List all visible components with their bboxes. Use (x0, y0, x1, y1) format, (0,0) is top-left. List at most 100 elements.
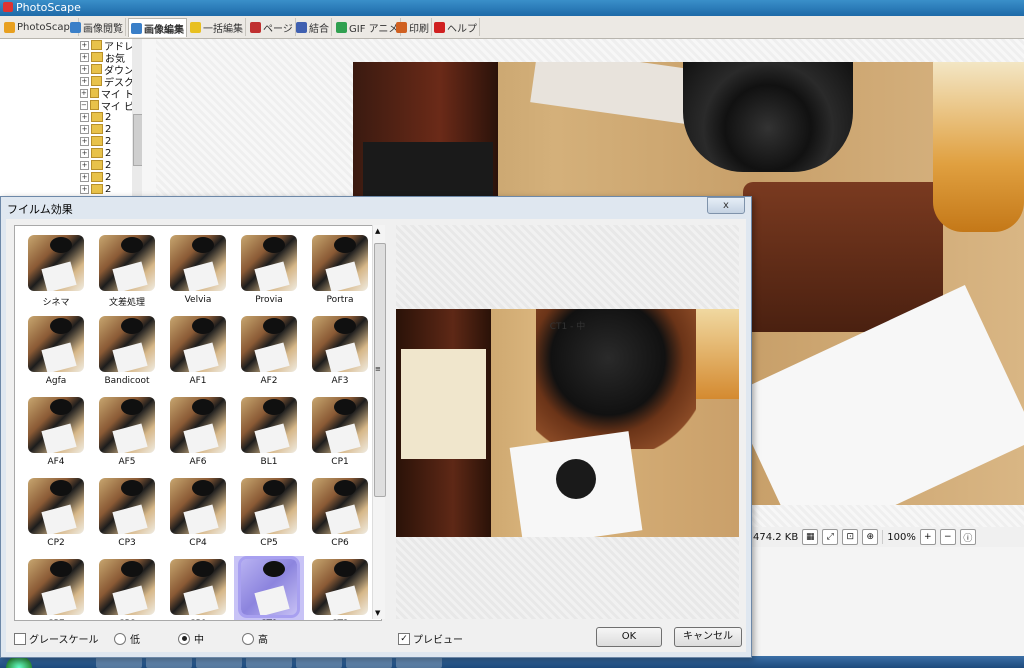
tab-1[interactable]: 画像閲覧 (68, 18, 126, 36)
effect-thumbnail-image (312, 559, 368, 615)
effect-grid-scrollbar[interactable]: ▲ ≡ ▼ (372, 225, 386, 619)
folder-tree-item[interactable]: + アドレ (80, 39, 134, 51)
effect-thumbnail[interactable]: AF3 (305, 313, 375, 393)
checkbox-box[interactable]: ✓ (398, 632, 410, 645)
taskbar-item[interactable] (96, 657, 142, 668)
effect-thumbnail[interactable]: CP3 (92, 475, 162, 555)
taskbar-item[interactable] (196, 657, 242, 668)
tab-icon (250, 21, 261, 33)
tab-icon (131, 22, 142, 34)
effect-thumbnail[interactable]: シネマ (21, 232, 91, 312)
effect-thumbnail[interactable]: CP7 (21, 556, 91, 620)
effect-thumbnail[interactable]: AF6 (163, 394, 233, 474)
effect-thumbnail[interactable]: CP1 (305, 394, 375, 474)
preview-checkbox[interactable]: ✓ プレビュー (398, 631, 463, 646)
grayscale-checkbox[interactable]: グレースケール (14, 631, 99, 646)
zoom-fit-icon[interactable]: ⊡ (842, 529, 859, 545)
cancel-button[interactable]: キャンセル (674, 627, 742, 647)
effect-thumbnail[interactable]: BL1 (234, 394, 304, 474)
folder-tree-item[interactable]: +2 (80, 159, 134, 171)
effect-thumbnail[interactable]: AF4 (21, 394, 91, 474)
fit-screen-icon[interactable]: ⤢ (822, 529, 839, 545)
folder-tree-item[interactable]: +2 (80, 183, 134, 195)
folder-label: デスク (104, 77, 134, 88)
taskbar-item[interactable] (346, 657, 392, 668)
radio-dot[interactable] (114, 632, 126, 645)
effect-thumbnail[interactable]: CP8 (92, 556, 162, 620)
effect-thumbnail[interactable]: Bandicoot (92, 313, 162, 393)
expand-icon[interactable]: + (80, 136, 89, 146)
expand-icon[interactable]: + (80, 76, 89, 86)
expand-icon[interactable]: + (80, 64, 89, 74)
scroll-down-icon[interactable]: ▼ (375, 609, 380, 617)
tab-8[interactable]: ヘルプ (432, 18, 480, 36)
effect-thumbnail[interactable]: CT2 (305, 556, 375, 620)
effect-thumbnail[interactable]: CT1 (234, 556, 304, 620)
radio-dot[interactable] (178, 632, 190, 645)
zoom-in-icon[interactable]: + (919, 529, 936, 545)
folder-tree-item[interactable]: +2 (80, 147, 134, 159)
tab-2[interactable]: 画像編集 (128, 18, 187, 37)
folder-tree-item[interactable]: +2 (80, 171, 134, 183)
radio-dot[interactable] (242, 632, 254, 645)
effect-thumbnail[interactable]: Provia (234, 232, 304, 312)
tab-4[interactable]: ページ (248, 18, 296, 36)
expand-icon[interactable]: + (80, 88, 88, 98)
tab-label: ヘルプ (447, 23, 477, 35)
effect-thumbnail[interactable]: CP5 (234, 475, 304, 555)
info-icon[interactable]: ⓘ (959, 529, 976, 545)
taskbar-item[interactable] (246, 657, 292, 668)
effect-name: Velvia (184, 295, 212, 305)
expand-icon[interactable]: + (80, 184, 89, 194)
effect-thumbnail[interactable]: CP4 (163, 475, 233, 555)
effect-thumbnail[interactable]: Velvia (163, 232, 233, 312)
transparency-grid-icon[interactable]: ▦ (802, 529, 819, 545)
tab-6[interactable]: GIF アニメ (334, 18, 402, 36)
expand-icon[interactable]: + (80, 40, 89, 50)
expand-icon[interactable]: + (80, 172, 89, 182)
folder-tree-item[interactable]: + デスク (80, 75, 134, 87)
expand-icon[interactable]: + (80, 112, 89, 122)
scroll-up-icon[interactable]: ▲ (375, 227, 380, 235)
folder-tree-item[interactable]: + ダウン (80, 63, 134, 75)
effect-thumbnail[interactable]: Portra (305, 232, 375, 312)
effect-thumbnail[interactable]: CP6 (305, 475, 375, 555)
folder-tree-item[interactable]: + お気 (80, 51, 134, 63)
effect-thumbnail[interactable]: Agfa (21, 313, 91, 393)
effect-thumbnail[interactable]: CP2 (21, 475, 91, 555)
strength-high-radio[interactable]: 高 (242, 631, 268, 646)
expand-icon[interactable]: − (80, 100, 88, 110)
splitter[interactable] (142, 39, 156, 199)
strength-mid-radio[interactable]: 中 (178, 631, 204, 646)
strength-low-radio[interactable]: 低 (114, 631, 140, 646)
taskbar-item[interactable] (396, 657, 442, 668)
effect-thumbnail[interactable]: AF1 (163, 313, 233, 393)
effect-thumbnail[interactable]: CP9 (163, 556, 233, 620)
effect-name: Bandicoot (104, 376, 150, 386)
expand-icon[interactable]: + (80, 52, 89, 62)
effect-thumbnail[interactable]: AF5 (92, 394, 162, 474)
expand-icon[interactable]: + (80, 160, 89, 170)
expand-icon[interactable]: + (80, 148, 89, 158)
zoom-out-icon[interactable]: − (939, 529, 956, 545)
tab-3[interactable]: 一括編集 (188, 18, 246, 36)
checkbox-box[interactable] (14, 632, 26, 645)
folder-tree-item[interactable]: + マイ ト (80, 87, 134, 99)
expand-icon[interactable]: + (80, 124, 89, 134)
tab-7[interactable]: 印刷 (394, 18, 432, 36)
folder-tree-scrollbar[interactable] (132, 39, 143, 199)
taskbar-item[interactable] (146, 657, 192, 668)
taskbar-item[interactable] (296, 657, 342, 668)
actual-size-icon[interactable]: ⊕ (862, 529, 879, 545)
folder-tree-item[interactable]: +2 (80, 135, 134, 147)
effect-thumbnail[interactable]: 文差処理 (92, 232, 162, 312)
preview-caption: CT1 - 中 (549, 322, 586, 332)
folder-tree-item[interactable]: − マイ ピ (80, 99, 134, 111)
tab-5[interactable]: 結合 (294, 18, 332, 36)
ok-button[interactable]: OK (596, 627, 662, 647)
effect-thumbnail-image (99, 559, 155, 615)
close-button[interactable]: x (707, 197, 745, 214)
folder-tree-item[interactable]: +2 (80, 111, 134, 123)
effect-thumbnail[interactable]: AF2 (234, 313, 304, 393)
folder-tree-item[interactable]: +2 (80, 123, 134, 135)
